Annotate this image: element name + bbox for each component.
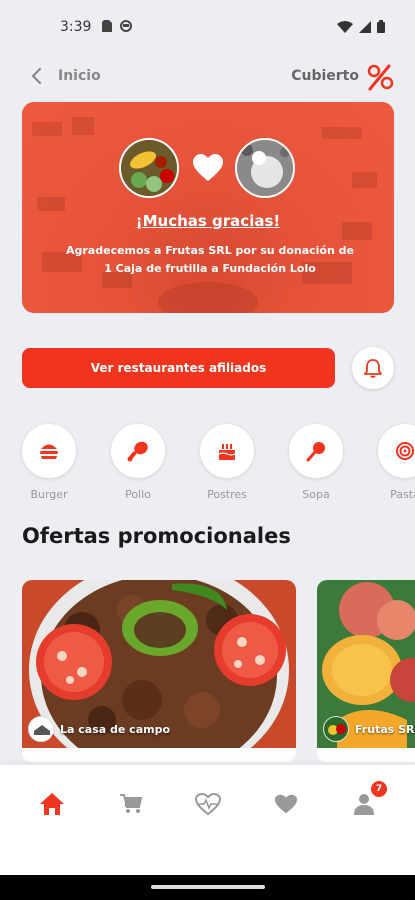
category-burger[interactable]: Burger (21, 424, 77, 501)
category-label: Burger (30, 488, 68, 501)
banner-title: ¡Muchas gracias! (135, 212, 281, 230)
category-list: Burger Pollo Postres Sopa Pasta (0, 424, 415, 504)
promo-card[interactable]: Frutas SRL (317, 580, 415, 762)
nav-home[interactable] (37, 789, 67, 819)
category-pasta[interactable]: Pasta (377, 424, 415, 501)
category-label: Postres (207, 488, 247, 501)
restaurant-logo (28, 716, 54, 742)
card-restaurant: Frutas SRL (323, 716, 415, 742)
nav-health[interactable] (193, 789, 223, 819)
heart-icon (274, 794, 298, 814)
bottom-nav: 7 (0, 765, 415, 875)
ladle-icon (289, 424, 343, 478)
pasta-icon (378, 424, 415, 478)
city-texture (32, 117, 377, 313)
restaurant-name: Frutas SRL (355, 722, 415, 736)
percent-icon[interactable] (365, 62, 395, 92)
chevron-left-icon (31, 67, 42, 85)
restaurant-name: La casa de campo (60, 722, 171, 736)
home-icon (40, 793, 64, 815)
bell-icon (364, 359, 382, 378)
chicken-leg-icon (111, 424, 165, 478)
promo-card[interactable]: La casa de campo (22, 580, 296, 762)
banner-text: Agradecemos a Frutas SRL por su donación… (66, 244, 354, 275)
category-label: Pollo (125, 488, 151, 501)
status-bar: 3:39 (0, 0, 415, 56)
status-time: 3:39 (60, 19, 92, 35)
cart-icon (120, 794, 143, 813)
home-indicator[interactable] (151, 885, 265, 889)
donation-banner[interactable]: ¡Muchas gracias! Agradecemos a Frutas SR… (22, 102, 394, 313)
cake-icon (200, 424, 254, 478)
heart-icon (193, 154, 223, 181)
nav-cart[interactable] (116, 789, 146, 819)
notifications-button[interactable] (352, 347, 394, 389)
restaurant-logo (323, 716, 349, 742)
category-label: Pasta (390, 488, 415, 501)
burger-icon (22, 424, 76, 478)
category-postres[interactable]: Postres (199, 424, 255, 501)
profile-badge: 7 (371, 781, 387, 797)
cubierto-label: Cubierto (291, 68, 359, 84)
heart-pulse-icon (195, 793, 221, 815)
status-system-icons (337, 20, 385, 33)
category-sopa[interactable]: Sopa (288, 424, 344, 501)
recipient-avatar (235, 138, 295, 198)
battery-icon (377, 20, 385, 33)
back-label[interactable]: Inicio (58, 68, 101, 84)
sync-icon (120, 20, 132, 32)
user-icon (354, 794, 374, 815)
signal-icon (359, 20, 371, 33)
nav-favorites[interactable] (271, 789, 301, 819)
back-button[interactable] (24, 64, 48, 88)
category-label: Sopa (302, 488, 330, 501)
status-notifications (102, 20, 132, 32)
category-pollo[interactable]: Pollo (110, 424, 166, 501)
top-bar: Inicio Cubierto (0, 60, 415, 94)
nav-profile[interactable]: 7 (349, 781, 387, 819)
view-restaurants-button[interactable]: Ver restaurantes afiliados (22, 348, 335, 388)
promos-title: Ofertas promocionales (22, 524, 291, 548)
donor-avatar (119, 138, 179, 198)
sim-icon (102, 20, 112, 32)
wifi-icon (337, 20, 353, 33)
card-restaurant: La casa de campo (28, 716, 170, 742)
system-nav-bar (0, 875, 415, 900)
